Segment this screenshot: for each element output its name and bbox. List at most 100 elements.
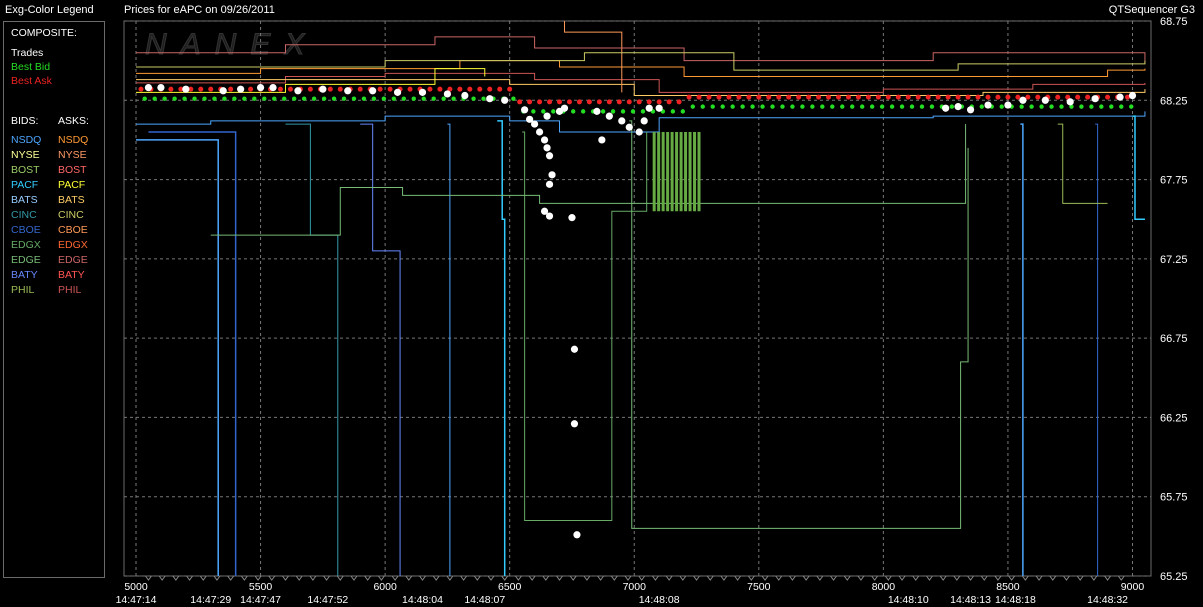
price-chart: NANEX 68.7568.2567.7567.2566.7566.2565.7… xyxy=(116,16,1188,606)
best-ask-marker xyxy=(965,94,971,100)
x-time-label: 14:48:04 xyxy=(402,594,443,606)
time-tick-marker xyxy=(528,575,536,581)
trade-point xyxy=(655,104,663,112)
best-ask-marker xyxy=(1055,94,1061,100)
legend-bid-baty: BATY xyxy=(11,269,38,281)
y-tick-label: 68.75 xyxy=(1160,16,1188,28)
trade-point xyxy=(954,103,962,111)
trade-point xyxy=(545,152,554,160)
best-bid-marker xyxy=(800,104,805,109)
trade-point xyxy=(157,84,165,92)
best-bid-marker xyxy=(471,96,476,101)
trade-point xyxy=(540,136,549,144)
best-bid-marker xyxy=(222,96,227,101)
trade-point xyxy=(1091,95,1099,103)
time-tick-marker xyxy=(967,575,974,581)
time-tick-marker xyxy=(282,575,289,581)
x-time-label: 14:47:14 xyxy=(116,594,157,606)
best-ask-marker xyxy=(716,94,722,100)
trade-point xyxy=(625,123,633,131)
trade-point xyxy=(640,117,648,125)
trade-point xyxy=(560,104,569,112)
best-bid-marker xyxy=(610,109,616,114)
time-tick-marker xyxy=(816,575,824,581)
legend-best-bid: Best Bid xyxy=(11,61,51,73)
x-time-label: 14:48:18 xyxy=(995,594,1036,606)
x-tick-label: 6500 xyxy=(498,581,522,593)
x-tick-label: 7000 xyxy=(623,581,647,593)
best-bid-marker xyxy=(1059,104,1064,109)
best-ask-marker xyxy=(925,94,931,100)
best-ask-marker xyxy=(686,94,692,100)
best-bid-marker xyxy=(421,96,426,101)
time-tick-marker xyxy=(871,575,879,581)
time-tick-marker xyxy=(953,575,961,581)
x-time-label: 14:48:10 xyxy=(888,594,929,606)
time-tick-marker xyxy=(939,575,947,581)
trade-point xyxy=(486,95,494,103)
best-bid-marker xyxy=(740,104,745,109)
best-bid-marker xyxy=(999,104,1004,109)
best-ask-marker xyxy=(985,94,991,100)
best-bid-marker xyxy=(361,96,367,101)
legend-bid-bost: BOST xyxy=(11,164,40,176)
best-bid-marker xyxy=(820,104,825,109)
best-bid-marker xyxy=(730,104,735,109)
best-bid-marker xyxy=(232,96,237,101)
best-bid-marker xyxy=(551,109,556,114)
best-ask-marker xyxy=(1085,94,1091,100)
best-ask-marker xyxy=(756,94,762,100)
time-tick-marker xyxy=(761,575,769,581)
trade-point xyxy=(256,84,265,92)
time-tick-marker xyxy=(309,575,317,581)
best-bid-marker xyxy=(202,96,207,101)
best-ask-marker xyxy=(327,86,333,92)
best-ask-marker xyxy=(676,99,682,105)
time-tick-marker xyxy=(323,575,330,581)
best-ask-marker xyxy=(228,86,234,92)
time-tick-marker xyxy=(295,575,303,581)
trade-point xyxy=(573,531,581,539)
time-tick-marker xyxy=(336,575,344,581)
best-bid-marker xyxy=(919,104,925,109)
best-ask-marker xyxy=(816,94,822,100)
best-bid-marker xyxy=(790,104,795,109)
best-bid-marker xyxy=(381,96,387,101)
best-ask-marker xyxy=(656,99,662,105)
best-ask-marker xyxy=(596,99,602,105)
best-ask-marker xyxy=(277,86,283,92)
time-tick-marker xyxy=(802,575,810,581)
best-ask-marker xyxy=(1035,94,1041,100)
time-tick-marker xyxy=(1117,575,1125,581)
x-tick-label: 5000 xyxy=(124,581,148,593)
best-bid-marker xyxy=(690,104,695,109)
time-tick-marker xyxy=(665,575,673,581)
best-bid-marker xyxy=(172,96,177,101)
time-tick-marker xyxy=(843,575,851,581)
best-ask-marker xyxy=(786,94,792,100)
best-ask-marker xyxy=(915,94,921,100)
time-tick-marker xyxy=(1021,575,1029,581)
best-bid-marker xyxy=(571,109,576,114)
best-bid-marker xyxy=(192,96,197,101)
best-ask-marker xyxy=(806,94,812,100)
x-axis-labels: 5000 5500 6000 6500 7000 7500 8000 8500 900014:4… xyxy=(116,575,1144,606)
trade-point xyxy=(568,214,576,222)
time-tick-marker xyxy=(720,575,728,581)
trade-point xyxy=(635,128,643,136)
x-tick-label: 5500 xyxy=(249,581,273,593)
best-bid-marker xyxy=(242,96,247,101)
legend-ask-edge: EDGE xyxy=(58,254,88,266)
best-ask-marker xyxy=(407,86,413,92)
legend-ask-nsdq: NSDQ xyxy=(58,134,89,146)
trade-point xyxy=(1128,91,1137,100)
time-tick-marker xyxy=(1049,575,1057,581)
trade-point xyxy=(521,106,529,114)
time-tick-marker xyxy=(1104,575,1111,581)
best-ask-marker xyxy=(885,94,891,100)
legend-trades: Trades xyxy=(11,47,44,59)
best-bid-marker xyxy=(431,96,436,101)
time-tick-marker xyxy=(884,575,892,581)
y-tick-label: 65.75 xyxy=(1160,492,1188,504)
time-tick-marker xyxy=(542,575,550,581)
